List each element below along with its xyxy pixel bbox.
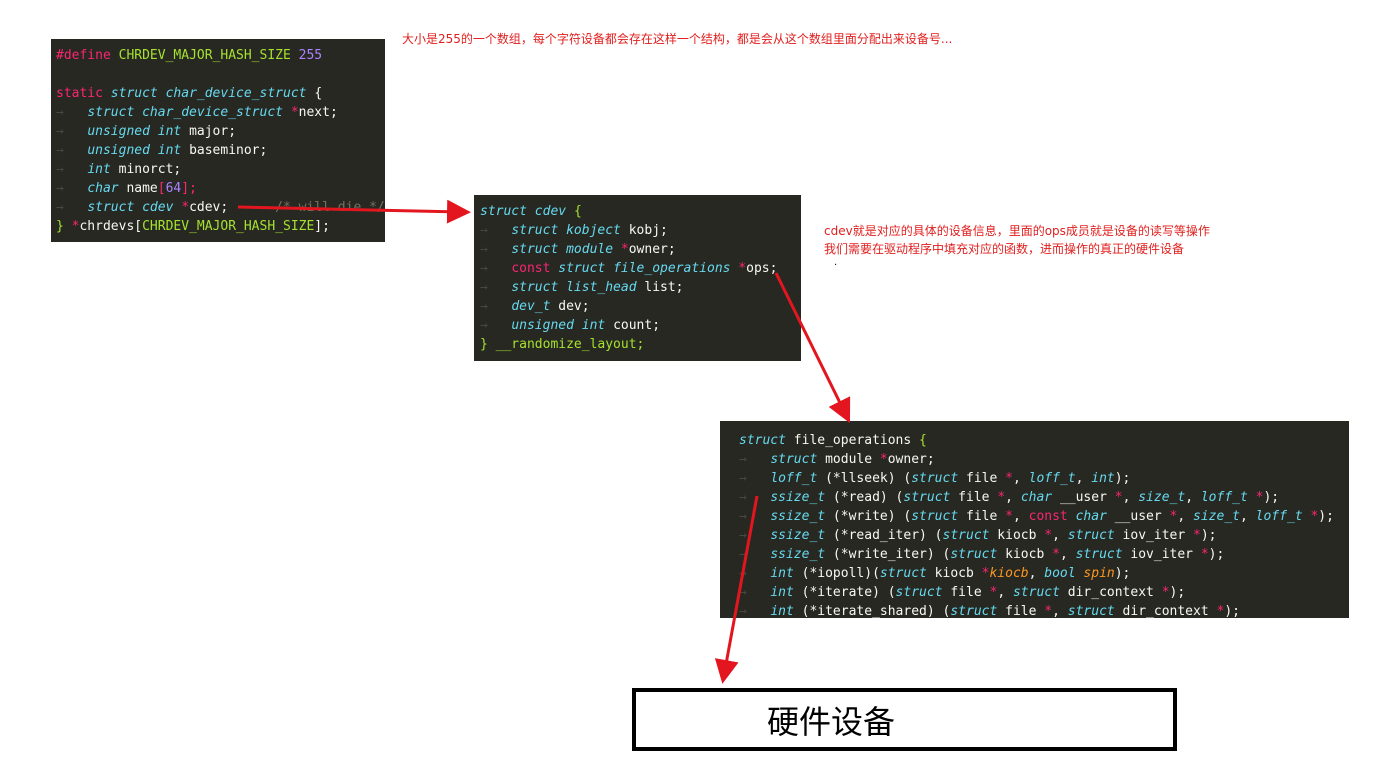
arrow-file-operations-to-hardware (714, 495, 759, 684)
arrow-ops-to-file-operations (774, 272, 851, 424)
arrow-cdev-to-struct (237, 199, 471, 224)
arrows-layer (237, 199, 851, 684)
